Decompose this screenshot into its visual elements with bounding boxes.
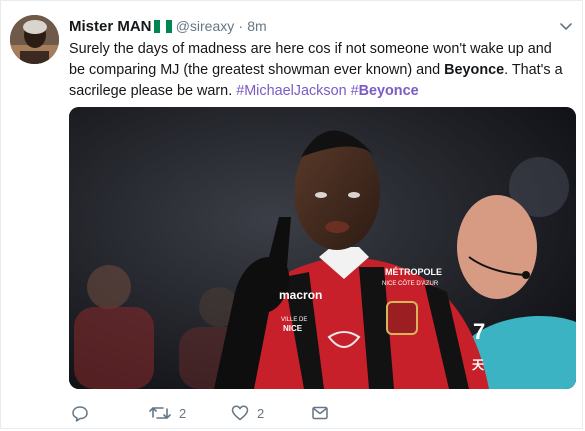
like-count: 2 xyxy=(257,405,265,421)
photo-logo-text-2: NICE xyxy=(283,324,303,333)
avatar[interactable] xyxy=(10,15,59,64)
retweet-count: 2 xyxy=(179,405,187,421)
like-icon xyxy=(231,405,249,421)
caret-down-icon[interactable] xyxy=(558,18,574,34)
hashtag-beyonce[interactable]: #Beyonce xyxy=(351,83,419,99)
retweet-button[interactable]: 2 xyxy=(149,403,186,423)
avatar-image xyxy=(10,15,59,64)
tweet-header: Mister MAN @sireaxy · 8m xyxy=(69,16,546,36)
tweet-text: Surely the days of madness are here cos … xyxy=(69,39,569,102)
photo-football-player: macron MÉTROPOLE NICE CÔTE D'AZUR VILLE … xyxy=(69,107,576,389)
author-name[interactable]: Mister MAN xyxy=(69,18,152,35)
photo-sponsor-text: macron xyxy=(279,288,322,302)
tweet-card[interactable]: Mister MAN @sireaxy · 8m Surely the days… xyxy=(0,0,583,429)
hashtag-michaeljackson[interactable]: #MichaelJackson xyxy=(236,83,346,99)
photo-chest-subtext: NICE CÔTE D'AZUR xyxy=(382,280,439,287)
author-handle[interactable]: @sireaxy xyxy=(176,18,235,34)
photo-sleeve-number: 7 xyxy=(473,319,485,344)
nigeria-flag-icon xyxy=(153,20,172,33)
tweet-actions: 2 2 xyxy=(69,403,469,423)
message-button[interactable] xyxy=(311,403,329,423)
separator-dot: · xyxy=(238,18,244,34)
reply-button[interactable] xyxy=(71,403,89,423)
reply-icon xyxy=(72,406,88,422)
hashtag-prefix: # xyxy=(350,83,359,99)
retweet-icon xyxy=(149,407,171,419)
photo-chest-text: MÉTROPOLE xyxy=(385,267,442,277)
tweet-photo[interactable]: macron MÉTROPOLE NICE CÔTE D'AZUR VILLE … xyxy=(69,107,576,389)
photo-logo-text-1: VILLE DE xyxy=(281,317,307,323)
like-button[interactable]: 2 xyxy=(231,403,264,423)
tweet-timestamp[interactable]: 8m xyxy=(247,18,266,34)
message-icon xyxy=(312,406,328,420)
hashtag-bold: Beyonce xyxy=(358,83,419,99)
photo-sleeve-text: 天 xyxy=(472,358,485,372)
tweet-text-bold: Beyonce xyxy=(444,62,505,78)
